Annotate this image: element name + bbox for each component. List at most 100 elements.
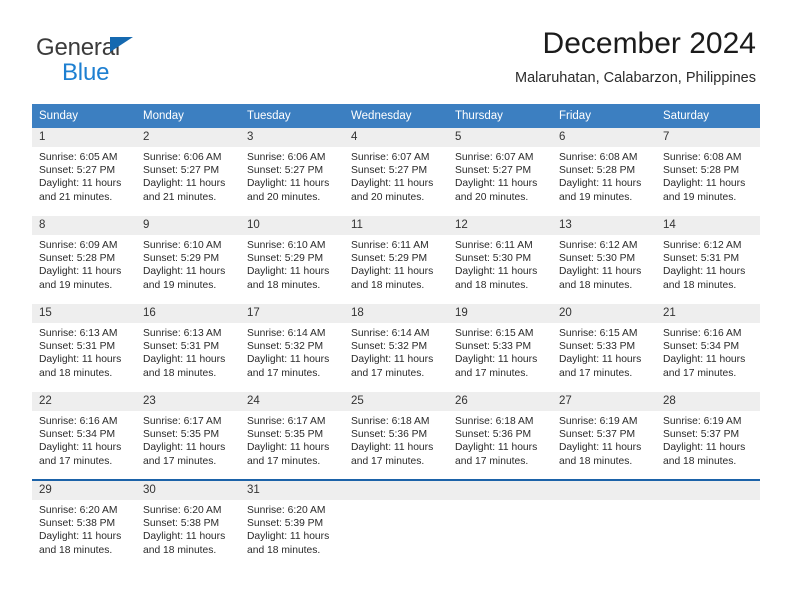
day-number: 25 xyxy=(344,392,448,411)
calendar-day-cell[interactable]: 16 Sunrise: 6:13 AM Sunset: 5:31 PM Dayligh… xyxy=(136,304,240,392)
daylight-duration-line2: and 18 minutes. xyxy=(559,455,633,467)
calendar-day-cell[interactable]: 30 Sunrise: 6:20 AM Sunset: 5:38 PM Dayligh… xyxy=(136,479,240,568)
sunset-time: Sunset: 5:36 PM xyxy=(455,429,532,441)
calendar-day-cell[interactable]: 24 Sunrise: 6:17 AM Sunset: 5:35 PM Dayligh… xyxy=(240,392,344,480)
day-sun-info: Sunrise: 6:12 AM Sunset: 5:31 PM Daylight:… xyxy=(656,235,760,292)
day-number xyxy=(344,481,448,500)
calendar-day-cell[interactable]: 20 Sunrise: 6:15 AM Sunset: 5:33 PM Dayligh… xyxy=(552,304,656,392)
sunrise-time: Sunrise: 6:06 AM xyxy=(143,152,222,163)
calendar-day-cell[interactable]: 6 Sunrise: 6:08 AM Sunset: 5:28 PM Daylight… xyxy=(552,128,656,216)
day-sun-info: Sunrise: 6:17 AM Sunset: 5:35 PM Daylight:… xyxy=(240,411,344,468)
day-number: 16 xyxy=(136,304,240,323)
calendar-day-cell[interactable]: 5 Sunrise: 6:07 AM Sunset: 5:27 PM Daylight… xyxy=(448,128,552,216)
day-number: 23 xyxy=(136,392,240,411)
daylight-duration-line2: and 17 minutes. xyxy=(247,455,321,467)
calendar-day-cell[interactable]: 19 Sunrise: 6:15 AM Sunset: 5:33 PM Dayligh… xyxy=(448,304,552,392)
calendar-day-cell[interactable]: 17 Sunrise: 6:14 AM Sunset: 5:32 PM Dayligh… xyxy=(240,304,344,392)
sunrise-time: Sunrise: 6:08 AM xyxy=(663,152,742,163)
weekday-header-wednesday: Wednesday xyxy=(344,104,448,128)
sunrise-time: Sunrise: 6:11 AM xyxy=(351,240,429,251)
sunrise-time: Sunrise: 6:15 AM xyxy=(455,328,534,339)
sunrise-time: Sunrise: 6:20 AM xyxy=(247,505,326,516)
day-sun-info: Sunrise: 6:16 AM Sunset: 5:34 PM Daylight:… xyxy=(656,323,760,380)
daylight-duration-line1: Daylight: 11 hours xyxy=(39,531,122,543)
daylight-duration-line2: and 20 minutes. xyxy=(351,191,425,203)
calendar-day-cell[interactable]: 10 Sunrise: 6:10 AM Sunset: 5:29 PM Dayligh… xyxy=(240,216,344,304)
day-number: 1 xyxy=(32,128,136,147)
calendar-day-cell[interactable]: 8 Sunrise: 6:09 AM Sunset: 5:28 PM Daylight… xyxy=(32,216,136,304)
day-sun-info: Sunrise: 6:06 AM Sunset: 5:27 PM Daylight:… xyxy=(240,147,344,204)
day-sun-info: Sunrise: 6:06 AM Sunset: 5:27 PM Daylight:… xyxy=(136,147,240,204)
day-number: 19 xyxy=(448,304,552,323)
sunrise-time: Sunrise: 6:16 AM xyxy=(39,416,118,427)
day-number: 11 xyxy=(344,216,448,235)
weekday-header-monday: Monday xyxy=(136,104,240,128)
daylight-duration-line1: Daylight: 11 hours xyxy=(663,178,746,190)
day-number: 5 xyxy=(448,128,552,147)
daylight-duration-line1: Daylight: 11 hours xyxy=(559,266,642,278)
day-number: 12 xyxy=(448,216,552,235)
day-number xyxy=(552,481,656,500)
calendar-day-cell[interactable]: 11 Sunrise: 6:11 AM Sunset: 5:29 PM Dayligh… xyxy=(344,216,448,304)
sunset-time: Sunset: 5:27 PM xyxy=(247,165,324,177)
daylight-duration-line1: Daylight: 11 hours xyxy=(351,266,434,278)
day-number: 13 xyxy=(552,216,656,235)
daylight-duration-line1: Daylight: 11 hours xyxy=(143,266,226,278)
sunrise-time: Sunrise: 6:19 AM xyxy=(559,416,638,427)
calendar-day-cell[interactable]: 27 Sunrise: 6:19 AM Sunset: 5:37 PM Dayligh… xyxy=(552,392,656,480)
calendar-day-cell[interactable]: 12 Sunrise: 6:11 AM Sunset: 5:30 PM Dayligh… xyxy=(448,216,552,304)
sunset-time: Sunset: 5:33 PM xyxy=(559,341,636,353)
day-number: 28 xyxy=(656,392,760,411)
day-number: 31 xyxy=(240,481,344,500)
title-block: December 2024 Malaruhatan, Calabarzon, P… xyxy=(515,26,756,88)
daylight-duration-line2: and 19 minutes. xyxy=(39,279,113,291)
calendar-day-cell[interactable]: 1 Sunrise: 6:05 AM Sunset: 5:27 PM Daylight… xyxy=(32,128,136,216)
daylight-duration-line1: Daylight: 11 hours xyxy=(455,178,538,190)
calendar-week-row: 15 Sunrise: 6:13 AM Sunset: 5:31 PM Dayligh… xyxy=(32,304,760,392)
sunset-time: Sunset: 5:29 PM xyxy=(351,253,428,265)
sunset-time: Sunset: 5:28 PM xyxy=(559,165,636,177)
calendar-day-cell[interactable]: 21 Sunrise: 6:16 AM Sunset: 5:34 PM Dayligh… xyxy=(656,304,760,392)
calendar-day-cell[interactable]: 14 Sunrise: 6:12 AM Sunset: 5:31 PM Dayligh… xyxy=(656,216,760,304)
daylight-duration-line2: and 17 minutes. xyxy=(39,455,113,467)
sunset-time: Sunset: 5:27 PM xyxy=(39,165,116,177)
calendar-day-cell[interactable]: 26 Sunrise: 6:18 AM Sunset: 5:36 PM Dayligh… xyxy=(448,392,552,480)
sunset-time: Sunset: 5:34 PM xyxy=(663,341,740,353)
daylight-duration-line1: Daylight: 11 hours xyxy=(39,442,122,454)
calendar-day-cell[interactable]: 29 Sunrise: 6:20 AM Sunset: 5:38 PM Dayligh… xyxy=(32,479,136,568)
sunrise-time: Sunrise: 6:09 AM xyxy=(39,240,118,251)
calendar-day-cell[interactable]: 22 Sunrise: 6:16 AM Sunset: 5:34 PM Dayligh… xyxy=(32,392,136,480)
daylight-duration-line1: Daylight: 11 hours xyxy=(143,178,226,190)
daylight-duration-line2: and 18 minutes. xyxy=(455,279,529,291)
calendar-day-cell[interactable]: 31 Sunrise: 6:20 AM Sunset: 5:39 PM Dayligh… xyxy=(240,479,344,568)
day-sun-info: Sunrise: 6:10 AM Sunset: 5:29 PM Daylight:… xyxy=(136,235,240,292)
calendar-day-cell[interactable]: 7 Sunrise: 6:08 AM Sunset: 5:28 PM Daylight… xyxy=(656,128,760,216)
sunrise-time: Sunrise: 6:17 AM xyxy=(143,416,222,427)
calendar-week-row: 22 Sunrise: 6:16 AM Sunset: 5:34 PM Dayligh… xyxy=(32,392,760,480)
generalblue-logo[interactable]: General Blue xyxy=(36,36,236,85)
calendar-day-cell[interactable]: 25 Sunrise: 6:18 AM Sunset: 5:36 PM Dayligh… xyxy=(344,392,448,480)
sunset-time: Sunset: 5:30 PM xyxy=(455,253,532,265)
daylight-duration-line1: Daylight: 11 hours xyxy=(663,442,746,454)
calendar-week-row: 1 Sunrise: 6:05 AM Sunset: 5:27 PM Daylight… xyxy=(32,128,760,216)
daylight-duration-line1: Daylight: 11 hours xyxy=(247,531,330,543)
calendar-day-cell[interactable]: 9 Sunrise: 6:10 AM Sunset: 5:29 PM Daylight… xyxy=(136,216,240,304)
calendar-day-cell[interactable]: 2 Sunrise: 6:06 AM Sunset: 5:27 PM Daylight… xyxy=(136,128,240,216)
calendar-day-cell[interactable]: 23 Sunrise: 6:17 AM Sunset: 5:35 PM Dayligh… xyxy=(136,392,240,480)
calendar-day-cell[interactable]: 18 Sunrise: 6:14 AM Sunset: 5:32 PM Dayligh… xyxy=(344,304,448,392)
sunrise-time: Sunrise: 6:08 AM xyxy=(559,152,638,163)
daylight-duration-line1: Daylight: 11 hours xyxy=(455,442,538,454)
calendar-day-cell[interactable]: 15 Sunrise: 6:13 AM Sunset: 5:31 PM Dayligh… xyxy=(32,304,136,392)
calendar-day-cell[interactable]: 28 Sunrise: 6:19 AM Sunset: 5:37 PM Dayligh… xyxy=(656,392,760,480)
calendar-day-cell[interactable]: 13 Sunrise: 6:12 AM Sunset: 5:30 PM Dayligh… xyxy=(552,216,656,304)
daylight-duration-line2: and 19 minutes. xyxy=(143,279,217,291)
day-sun-info: Sunrise: 6:20 AM Sunset: 5:38 PM Daylight:… xyxy=(32,500,136,557)
daylight-duration-line2: and 18 minutes. xyxy=(559,279,633,291)
logo-text-blue: Blue xyxy=(62,59,110,86)
calendar-day-cell[interactable]: 3 Sunrise: 6:06 AM Sunset: 5:27 PM Daylight… xyxy=(240,128,344,216)
logo-triangle-icon xyxy=(110,37,133,52)
calendar-day-cell[interactable]: 4 Sunrise: 6:07 AM Sunset: 5:27 PM Daylight… xyxy=(344,128,448,216)
daylight-duration-line2: and 21 minutes. xyxy=(143,191,217,203)
sunset-time: Sunset: 5:37 PM xyxy=(559,429,636,441)
day-sun-info: Sunrise: 6:08 AM Sunset: 5:28 PM Daylight:… xyxy=(656,147,760,204)
